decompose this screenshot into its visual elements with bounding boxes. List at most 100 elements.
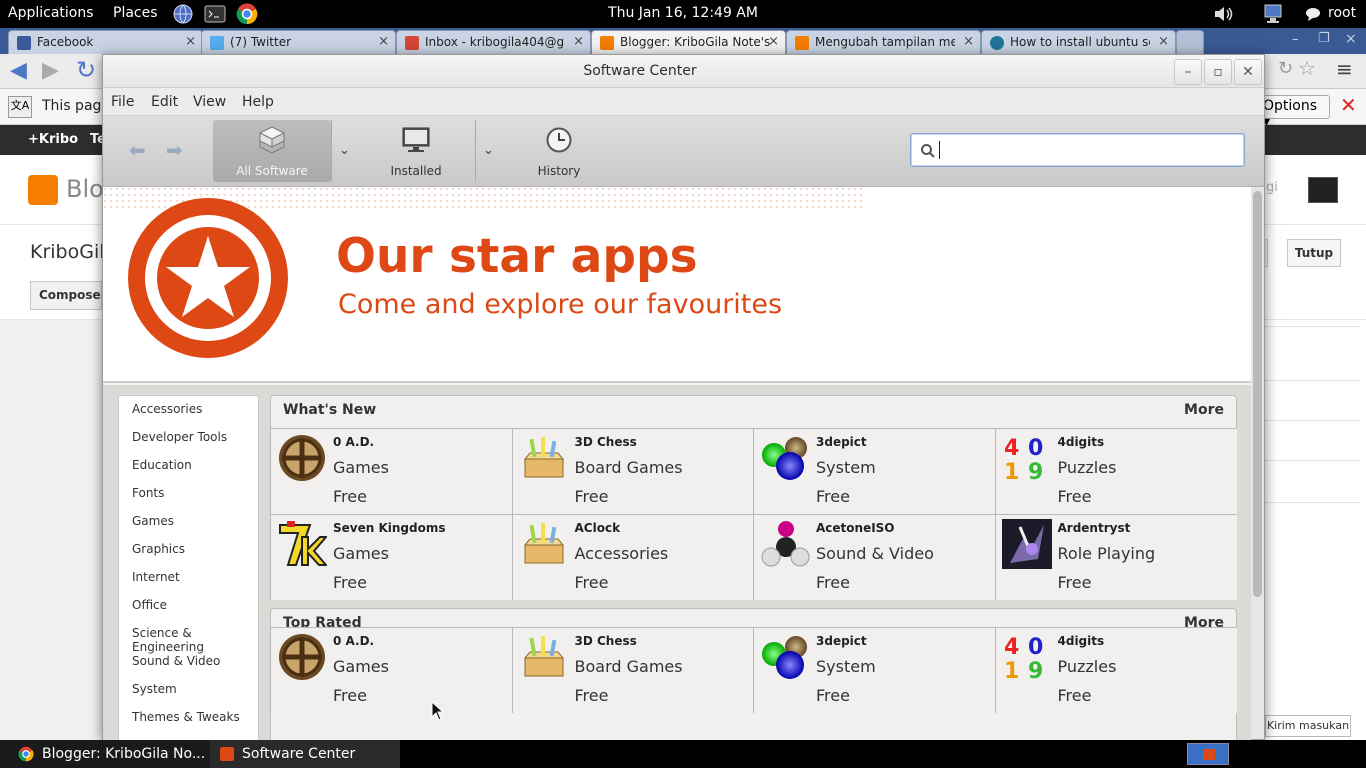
close-icon[interactable]: × (573, 34, 584, 49)
menu-help[interactable]: Help (242, 94, 274, 110)
menu-file[interactable]: File (111, 94, 134, 110)
installed-dropdown[interactable]: ⌄ (475, 120, 501, 182)
close-icon[interactable]: × (768, 34, 779, 49)
account-thumbnail[interactable] (1308, 177, 1338, 203)
reload-icon[interactable]: ↻ (76, 56, 96, 84)
menu-hamburger-icon[interactable]: ≡ (1336, 57, 1353, 81)
new-tab-button[interactable] (1176, 30, 1204, 54)
category-games[interactable]: Games (132, 514, 174, 528)
terminal-icon[interactable] (204, 3, 226, 25)
tutup-button[interactable]: Tutup (1287, 239, 1341, 267)
category-graphics[interactable]: Graphics (132, 542, 185, 556)
close-window-icon[interactable]: × (1345, 31, 1357, 47)
infobar-text: This page (42, 98, 111, 114)
category-themes-tweaks[interactable]: Themes & Tweaks (132, 710, 240, 724)
reload-small-icon[interactable]: ↻ (1278, 58, 1293, 79)
maximize-icon[interactable]: ❐ (1318, 31, 1330, 46)
chat-bubble-icon[interactable] (1305, 3, 1321, 25)
all-software-dropdown[interactable]: ⌄ (331, 120, 357, 182)
featured-banner[interactable]: Our star apps Come and explore our favou… (103, 187, 1251, 383)
category-system[interactable]: System (132, 682, 177, 696)
ardentryst-icon (1001, 519, 1052, 569)
user-menu[interactable]: root (1328, 5, 1356, 21)
compose-button[interactable]: Compose (30, 281, 102, 310)
app-tile[interactable]: 4 0 1 9 4digits Puzzles Free (994, 428, 1237, 514)
app-price: Free (816, 686, 850, 705)
volume-icon[interactable] (1212, 3, 1234, 25)
close-icon[interactable]: × (1158, 34, 1169, 49)
forward-arrow-icon[interactable]: ➡ (166, 138, 183, 162)
network-globe-icon[interactable] (172, 3, 194, 25)
category-office[interactable]: Office (132, 598, 167, 612)
app-tile[interactable]: Ardentryst Role Playing Free (994, 514, 1237, 600)
translate-icon: 文A (8, 96, 32, 118)
maximize-button[interactable]: ▫ (1204, 59, 1232, 85)
browser-tab-strip: Facebook × (7) Twitter × Inbox - kribogi… (0, 28, 1366, 54)
category-education[interactable]: Education (132, 458, 192, 472)
close-icon[interactable]: × (963, 34, 974, 49)
options-dropdown[interactable]: Options ▾ (1258, 95, 1330, 130)
menu-edit[interactable]: Edit (151, 94, 178, 110)
gmail-icon (405, 36, 419, 50)
app-tile[interactable]: 3D Chess Board Games Free (511, 627, 754, 713)
back-arrow-icon[interactable]: ⬅ (129, 138, 146, 162)
app-category: Games (333, 458, 389, 477)
vertical-scrollbar[interactable] (1251, 187, 1264, 739)
chrome-icon[interactable] (236, 3, 258, 25)
scrollbar-thumb[interactable] (1253, 191, 1262, 597)
installed-button[interactable]: Installed (383, 120, 449, 182)
feedback-button[interactable]: Kirim masukan (1265, 715, 1351, 737)
app-tile[interactable]: 3depict System Free (753, 428, 995, 514)
app-name: 3depict (816, 435, 867, 449)
app-tile[interactable]: Seven Kingdoms Games Free (270, 514, 512, 600)
divider (1265, 460, 1360, 461)
app-tile[interactable]: 3D Chess Board Games Free (511, 428, 754, 514)
task-software-center[interactable]: Software Center (210, 740, 400, 768)
workspace-switcher[interactable] (1187, 743, 1229, 765)
tab-facebook[interactable]: Facebook × (8, 30, 203, 54)
tab-blogger[interactable]: Blogger: KriboGila Note's × (591, 30, 786, 54)
tab-twitter[interactable]: (7) Twitter × (201, 30, 396, 54)
tab-label: Inbox - kribogila404@gm (425, 35, 565, 49)
tab-label: How to install ubuntu soft (1010, 35, 1150, 49)
section-title: What's New (283, 402, 377, 418)
app-tile[interactable]: AcetoneISO Sound & Video Free (753, 514, 995, 600)
category-science-engineering[interactable]: Science & Engineering (132, 626, 258, 654)
close-infobar-icon[interactable]: ✕ (1340, 93, 1357, 117)
tab-wordpress[interactable]: How to install ubuntu soft × (981, 30, 1176, 54)
app-tile[interactable]: 0 A.D. Games Free (270, 627, 512, 713)
category-sound-video[interactable]: Sound & Video (132, 654, 220, 668)
app-tile[interactable]: 4 0 1 9 4digits Puzzles Free (994, 627, 1237, 713)
category-accessories[interactable]: Accessories (132, 402, 202, 416)
history-button[interactable]: History (526, 120, 592, 182)
minimize-button[interactable]: – (1174, 59, 1202, 85)
blogger-list-edge (1265, 320, 1366, 740)
all-software-button[interactable]: All Software (213, 120, 331, 182)
category-developer-tools[interactable]: Developer Tools (132, 430, 227, 444)
minimize-icon[interactable]: – (1292, 32, 1299, 47)
back-arrow-icon[interactable]: ◀ (10, 58, 27, 83)
forward-arrow-icon[interactable]: ▶ (42, 58, 59, 83)
close-icon[interactable]: × (378, 34, 389, 49)
more-button[interactable]: More (1184, 402, 1224, 418)
close-button[interactable]: ✕ (1234, 59, 1262, 85)
search-input[interactable] (910, 133, 1245, 167)
menu-view[interactable]: View (193, 94, 226, 110)
category-fonts[interactable]: Fonts (132, 486, 164, 500)
network-monitor-icon[interactable] (1262, 3, 1284, 25)
app-tile[interactable]: AClock Accessories Free (511, 514, 754, 600)
star-bookmark-icon[interactable]: ☆ (1298, 56, 1316, 80)
tab-gmail[interactable]: Inbox - kribogila404@gm × (396, 30, 591, 54)
app-tile[interactable]: 0 A.D. Games Free (270, 428, 512, 514)
window-titlebar[interactable]: Software Center – ▫ ✕ (103, 55, 1264, 88)
task-blogger[interactable]: Blogger: KriboGila No... (0, 740, 210, 768)
applications-menu[interactable]: Applications (8, 5, 94, 21)
tab-blogger-2[interactable]: Mengubah tampilan menu g × (786, 30, 981, 54)
app-name: 3D Chess (574, 435, 637, 449)
gbar-user-link[interactable]: +Kribo (28, 132, 78, 147)
category-internet[interactable]: Internet (132, 570, 180, 584)
close-icon[interactable]: × (185, 34, 196, 49)
app-tile[interactable]: 3depict System Free (753, 627, 995, 713)
task-label: Software Center (242, 746, 356, 762)
places-menu[interactable]: Places (113, 5, 158, 21)
